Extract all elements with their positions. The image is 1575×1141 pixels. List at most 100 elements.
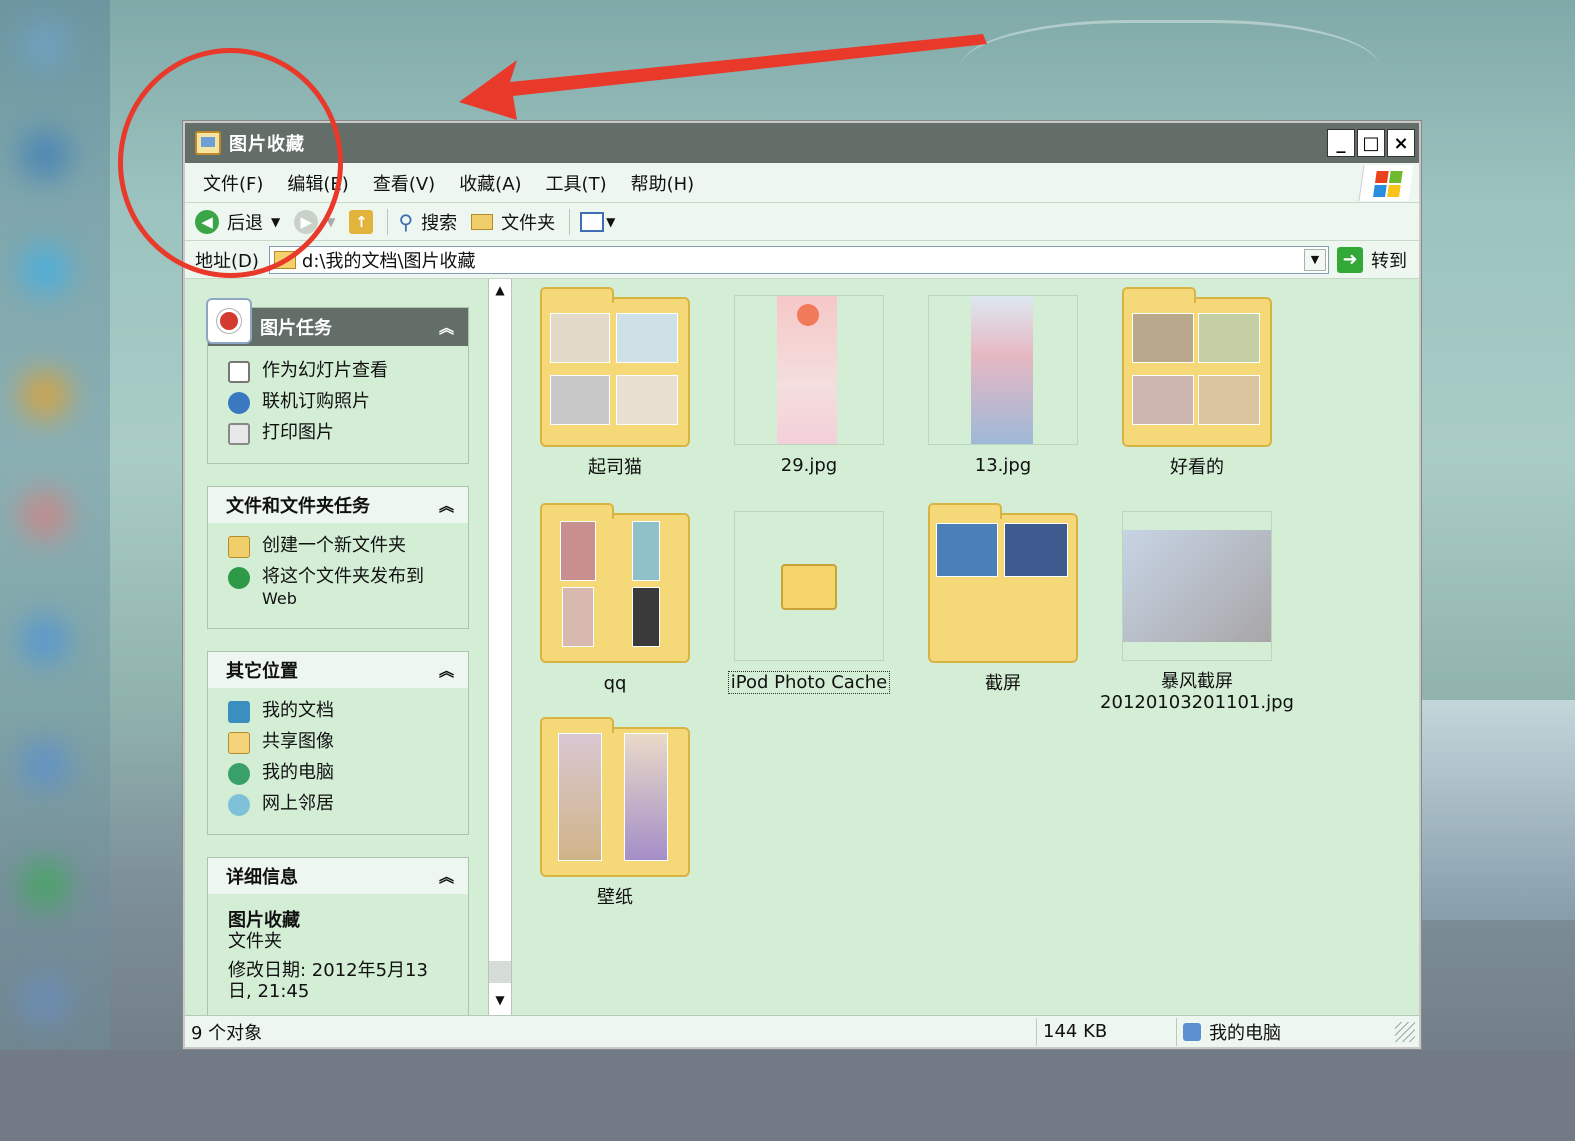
file-item[interactable]: 截屏 (903, 501, 1103, 694)
close-button[interactable]: × (1387, 129, 1415, 157)
file-item[interactable]: qq (515, 501, 715, 694)
file-tasks-panel: 文件和文件夹任务 ︽ 创建一个新文件夹 将这个文件夹发布到 Web (207, 486, 469, 629)
scroll-down-icon[interactable]: ▼ (490, 989, 510, 1011)
place-label: 共享图像 (262, 731, 334, 752)
resize-grip[interactable] (1395, 1021, 1415, 1042)
publish-line-1: 将这个文件夹发布到 (262, 566, 424, 587)
menu-bar: 文件(F) 编辑(E) 查看(V) 收藏(A) 工具(T) 帮助(H) (185, 163, 1419, 203)
folders-button[interactable]: 文件夹 (471, 209, 555, 235)
up-folder-button[interactable]: ↑ (349, 209, 374, 234)
wallpaper-shelf (1410, 700, 1575, 920)
file-item[interactable]: 起司猫 (515, 287, 715, 478)
address-field[interactable]: d:\我的文档\图片收藏 ▼ (268, 245, 1329, 274)
file-tasks-header[interactable]: 文件和文件夹任务 ︽ (208, 487, 468, 523)
other-places-body: 我的文档 共享图像 我的电脑 网上邻居 (208, 688, 468, 834)
collapse-chevron-icon[interactable]: ︽ (439, 866, 454, 887)
thumb-image (616, 313, 678, 363)
picture-tasks-header[interactable]: 图片任务 ︽ (206, 298, 468, 346)
place-shared-pictures[interactable]: 共享图像 (228, 731, 458, 754)
wallpaper-bottom (0, 1050, 1575, 1141)
flower-icon (797, 304, 819, 326)
menu-help[interactable]: 帮助(H) (631, 170, 695, 196)
details-modified-2: 日, 21:45 (228, 981, 310, 1002)
collapse-chevron-icon[interactable]: ︽ (439, 495, 454, 516)
menu-favorites[interactable]: 收藏(A) (459, 170, 521, 196)
file-item[interactable]: 壁纸 (515, 717, 715, 908)
task-label: 作为幻灯片查看 (262, 360, 388, 381)
network-places-icon (228, 794, 250, 816)
desktop-blur-icon (20, 245, 70, 295)
thumb-image (936, 523, 998, 577)
maximize-button[interactable]: □ (1357, 129, 1385, 157)
place-my-computer[interactable]: 我的电脑 (228, 762, 458, 785)
picture-tasks-body: 作为幻灯片查看 联机订购照片 打印图片 (208, 346, 468, 463)
taskpane-scrollbar[interactable]: ▲ ▼ (488, 279, 512, 1015)
go-label: 转到 (1371, 250, 1407, 272)
details-name: 图片收藏 (228, 910, 300, 931)
file-name: 暴风截屏 20120103201101.jpg (1097, 671, 1297, 713)
menu-tools[interactable]: 工具(T) (546, 170, 607, 196)
publish-line-2: Web (262, 589, 297, 608)
thumb-image (616, 375, 678, 425)
search-button[interactable]: ⚲ 搜索 (398, 209, 457, 235)
task-slideshow[interactable]: 作为幻灯片查看 (228, 360, 458, 383)
scroll-up-icon[interactable]: ▲ (490, 279, 510, 301)
go-button[interactable]: ➜ 转到 (1337, 246, 1407, 273)
thumb-image (550, 375, 610, 425)
file-tasks-body: 创建一个新文件夹 将这个文件夹发布到 Web (208, 523, 468, 628)
folder-icon (781, 564, 837, 610)
toolbar-separator (387, 208, 389, 235)
place-network[interactable]: 网上邻居 (228, 793, 458, 816)
task-label: 打印图片 (262, 422, 334, 443)
address-dropdown-icon[interactable]: ▼ (1304, 248, 1326, 271)
window-title: 图片收藏 (229, 134, 305, 155)
file-item[interactable]: iPod Photo Cache (709, 501, 909, 694)
menu-view[interactable]: 查看(V) (373, 170, 435, 196)
desktop-blur-icon (20, 370, 70, 420)
desktop-blur-icon (20, 490, 70, 540)
collapse-chevron-icon[interactable]: ︽ (439, 660, 454, 681)
task-label: 联机订购照片 (262, 391, 370, 412)
desktop-blur-icon (20, 860, 70, 910)
toolbar: ◀ 后退 ▼ ▶ ▼ ↑ ⚲ 搜索 文件夹 ▼ (185, 203, 1419, 241)
file-tasks-title: 文件和文件夹任务 (226, 496, 370, 517)
my-documents-icon (228, 701, 250, 723)
thumb-image (1198, 375, 1260, 425)
thumb-image (558, 733, 602, 861)
desktop-blur-icon (20, 20, 70, 70)
printer-icon (228, 423, 250, 445)
folders-icon (471, 213, 494, 230)
other-places-header[interactable]: 其它位置 ︽ (208, 652, 468, 688)
file-item[interactable]: 好看的 (1097, 287, 1297, 478)
task-order-prints[interactable]: 联机订购照片 (228, 391, 458, 414)
file-name: 起司猫 (588, 457, 642, 478)
place-my-documents[interactable]: 我的文档 (228, 700, 458, 723)
thumb-image (550, 313, 610, 363)
thumb-image (632, 521, 660, 581)
folder-thumbnail (540, 717, 690, 877)
empty-folder-thumbnail (734, 511, 884, 661)
details-modified: 修改日期: 2012年5月13 (228, 960, 428, 981)
details-body: 图片收藏 文件夹 修改日期: 2012年5月13 日, 21:45 (208, 894, 468, 1012)
other-places-title: 其它位置 (226, 661, 298, 682)
task-print[interactable]: 打印图片 (228, 422, 458, 445)
details-type: 文件夹 (228, 931, 282, 952)
task-new-folder[interactable]: 创建一个新文件夹 (228, 535, 458, 558)
status-bar: 9 个对象 144 KB 我的电脑 (185, 1015, 1419, 1047)
details-header[interactable]: 详细信息 ︽ (208, 858, 468, 894)
file-item[interactable]: 29.jpg (709, 287, 909, 476)
file-item[interactable]: 13.jpg (903, 287, 1103, 476)
views-icon (580, 211, 605, 232)
task-publish-web[interactable]: 将这个文件夹发布到 Web (228, 566, 458, 610)
thumb-image (624, 733, 668, 861)
file-item[interactable]: 暴风截屏 20120103201101.jpg (1097, 501, 1297, 713)
up-folder-icon: ↑ (349, 209, 374, 234)
image-thumbnail (928, 295, 1078, 445)
minimize-button[interactable]: _ (1327, 129, 1355, 157)
search-label: 搜索 (421, 212, 458, 234)
thumb-image (1132, 313, 1194, 363)
collapse-chevron-icon[interactable]: ︽ (439, 317, 454, 338)
views-dropdown-icon[interactable]: ▼ (606, 215, 615, 229)
views-button[interactable]: ▼ (580, 211, 615, 232)
thumb-image (562, 587, 594, 647)
